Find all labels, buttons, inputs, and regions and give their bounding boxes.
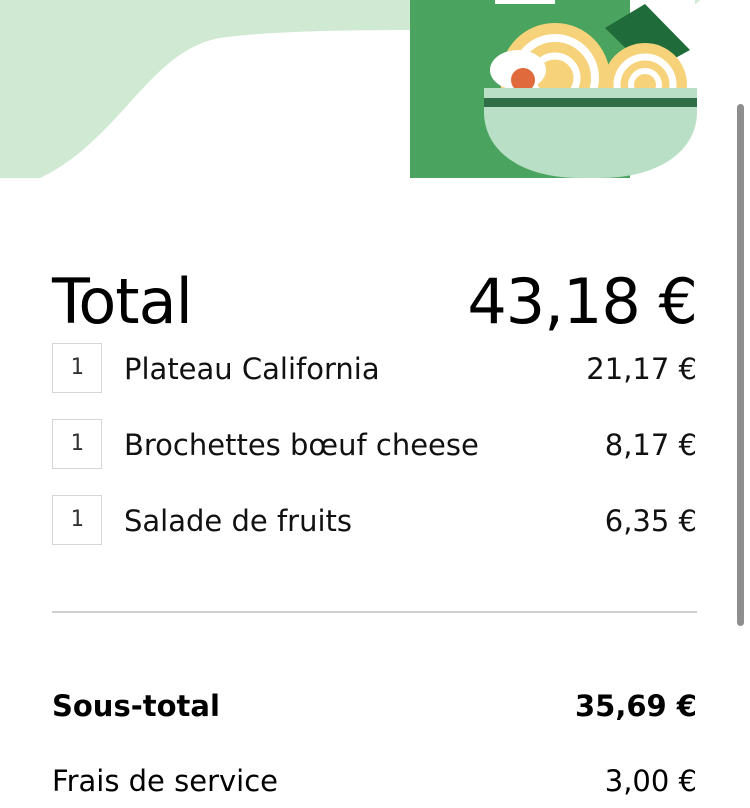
scrollbar[interactable] xyxy=(737,104,744,626)
subtotal-value: 35,69 € xyxy=(574,689,697,723)
service-fee-label: Frais de service xyxy=(52,764,278,798)
subtotal-row: Sous-total 35,69 € xyxy=(52,684,697,728)
chopstick-shape xyxy=(495,0,555,4)
item-price: 6,35 € xyxy=(604,504,697,538)
item-quantity-badge: 1 xyxy=(52,343,102,393)
order-item: 1 Plateau California 21,17 € xyxy=(52,343,697,395)
order-item: 1 Salade de fruits 6,35 € xyxy=(52,495,697,547)
section-divider xyxy=(52,611,697,613)
item-price: 21,17 € xyxy=(586,352,697,386)
item-quantity-badge: 1 xyxy=(52,495,102,545)
order-item: 1 Brochettes bœuf cheese 8,17 € xyxy=(52,419,697,471)
order-total-row: Total 43,18 € xyxy=(52,262,698,342)
header-illustration xyxy=(0,0,750,178)
item-price: 8,17 € xyxy=(604,428,697,462)
noodle-bowl-illustration xyxy=(0,0,700,178)
subtotal-label: Sous-total xyxy=(52,689,220,723)
mint-wave-shape xyxy=(0,0,410,178)
total-value: 43,18 € xyxy=(467,265,698,338)
bowl-rim xyxy=(484,88,697,98)
total-label: Total xyxy=(52,265,193,338)
service-fee-row: Frais de service 3,00 € xyxy=(52,759,697,803)
item-name: Salade de fruits xyxy=(124,504,352,538)
item-name: Brochettes bœuf cheese xyxy=(124,428,479,462)
order-receipt-screen: Total 43,18 € 1 Plateau California 21,17… xyxy=(0,0,750,808)
item-name: Plateau California xyxy=(124,352,380,386)
bowl-stripe xyxy=(484,98,697,107)
service-fee-value: 3,00 € xyxy=(604,764,697,798)
item-quantity-badge: 1 xyxy=(52,419,102,469)
